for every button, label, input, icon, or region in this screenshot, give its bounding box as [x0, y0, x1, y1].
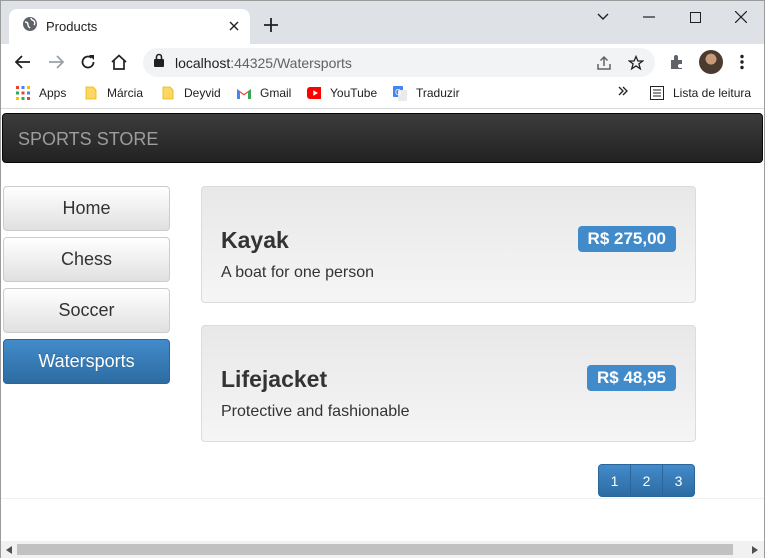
google-translate-icon: G — [393, 85, 407, 101]
bookmark-apps[interactable]: Apps — [16, 86, 66, 100]
product-price-badge: R$ 275,00 — [577, 226, 676, 252]
bookmark-deyvid[interactable]: Deyvid — [161, 86, 221, 100]
share-icon[interactable] — [595, 54, 613, 72]
forward-icon[interactable] — [45, 51, 67, 73]
extensions-icon[interactable] — [666, 51, 688, 73]
tab-title: Products — [46, 19, 98, 34]
bookmark-youtube[interactable]: YouTube — [307, 86, 377, 100]
bookmark-gmail[interactable]: Gmail — [237, 86, 291, 100]
lock-icon[interactable] — [153, 53, 165, 72]
tab-products[interactable]: Products — [9, 9, 250, 44]
bookmark-marcia[interactable]: Márcia — [84, 86, 143, 100]
product-card: Kayak R$ 275,00 A boat for one person — [201, 186, 696, 303]
tab-search-chevron-icon[interactable] — [589, 7, 617, 27]
back-icon[interactable] — [12, 51, 34, 73]
folder-icon — [161, 86, 175, 100]
product-description: Protective and fashionable — [221, 403, 410, 420]
scrollbar-thumb[interactable] — [17, 544, 733, 555]
bookmark-star-icon[interactable] — [627, 54, 645, 72]
svg-text:G: G — [395, 88, 401, 97]
divider — [1, 498, 764, 499]
category-soccer-button[interactable]: Soccer — [3, 288, 170, 333]
address-bar[interactable]: localhost:44325/Watersports — [143, 48, 655, 77]
product-name: Lifejacket — [221, 366, 328, 392]
page-1-button[interactable]: 1 — [598, 464, 631, 497]
store-brand[interactable]: SPORTS STORE — [18, 129, 158, 150]
category-watersports-button[interactable]: Watersports — [3, 339, 170, 384]
scroll-left-icon[interactable] — [1, 541, 17, 558]
browser-toolbar: localhost:44325/Watersports — [1, 44, 764, 80]
horizontal-scrollbar[interactable] — [1, 541, 764, 558]
scroll-right-icon[interactable] — [747, 541, 763, 558]
youtube-icon — [307, 86, 321, 100]
menu-icon[interactable] — [731, 51, 753, 73]
reading-list-icon — [650, 86, 664, 100]
pagination: 1 2 3 — [598, 464, 695, 497]
globe-icon — [22, 16, 38, 37]
minimize-icon[interactable] — [635, 7, 663, 27]
product-name: Kayak — [221, 227, 289, 253]
category-chess-button[interactable]: Chess — [3, 237, 170, 282]
profile-avatar[interactable] — [699, 50, 723, 74]
url-text: localhost:44325/Watersports — [175, 54, 352, 71]
page-3-button[interactable]: 3 — [662, 464, 695, 497]
reading-list-button[interactable]: Lista de leitura — [650, 86, 751, 100]
category-home-button[interactable]: Home — [3, 186, 170, 231]
more-bookmarks-icon[interactable] — [618, 86, 628, 96]
home-icon[interactable] — [108, 51, 130, 73]
bookmark-traduzir[interactable]: G Traduzir — [393, 85, 460, 101]
product-card: Lifejacket R$ 48,95 Protective and fashi… — [201, 325, 696, 442]
bookmarks-bar: Apps Márcia Deyvid Gmail YouTube G Tradu… — [1, 80, 764, 109]
apps-grid-icon — [16, 86, 30, 100]
folder-icon — [84, 86, 98, 100]
tab-strip: Products — [1, 1, 764, 44]
new-tab-icon[interactable] — [262, 16, 280, 34]
reload-icon[interactable] — [77, 51, 99, 73]
product-price-badge: R$ 48,95 — [587, 365, 676, 391]
product-description: A boat for one person — [221, 264, 374, 281]
store-navbar: SPORTS STORE — [2, 113, 763, 163]
maximize-icon[interactable] — [681, 7, 709, 27]
close-tab-icon[interactable] — [226, 18, 242, 34]
page-2-button[interactable]: 2 — [630, 464, 663, 497]
close-window-icon[interactable] — [727, 7, 755, 27]
gmail-icon — [237, 86, 251, 100]
